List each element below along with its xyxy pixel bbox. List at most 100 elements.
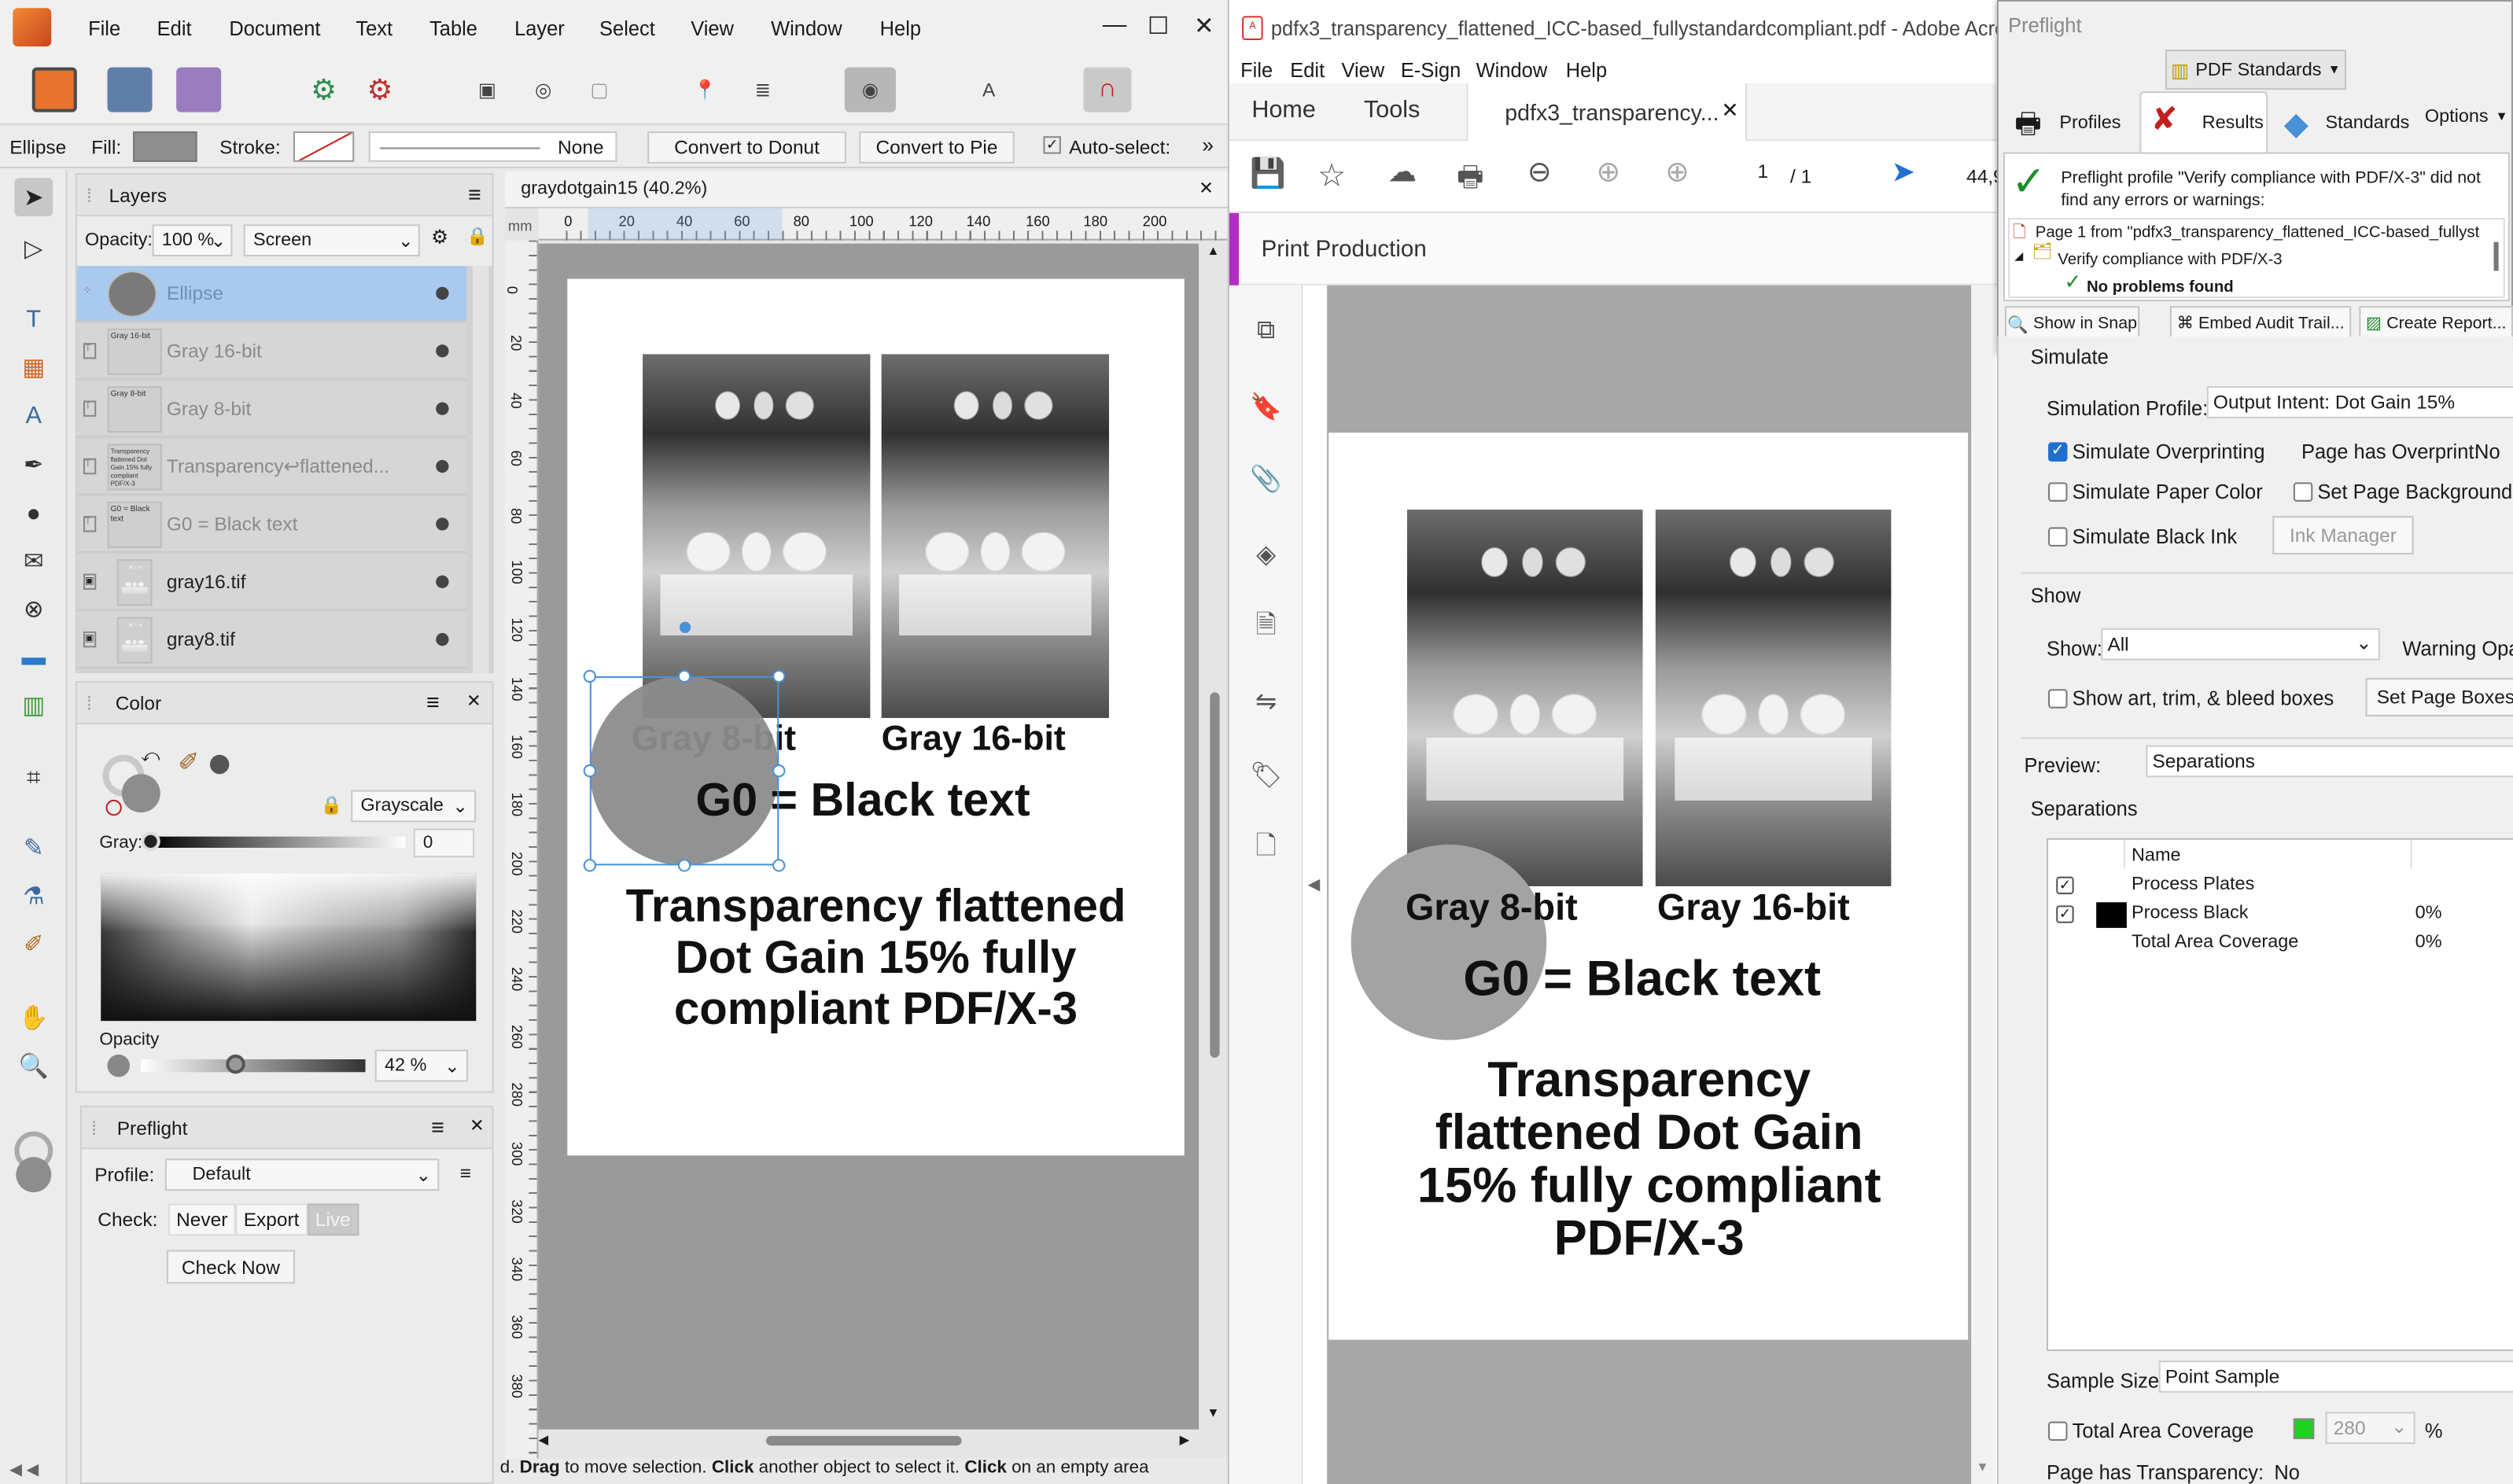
preflight-gear-icon[interactable]: ⚙ — [301, 68, 346, 112]
menu-file[interactable]: File — [88, 17, 120, 40]
color-lock-icon[interactable]: 🔒 — [321, 795, 343, 816]
view-mode-clip-icon[interactable]: ▢ — [577, 68, 622, 112]
minimize-icon[interactable]: — — [1103, 11, 1127, 39]
acrobat-menu-view[interactable]: View — [1341, 59, 1384, 82]
print-icon[interactable]: 🖶 — [1457, 157, 1484, 205]
acrobat-vertical-scrollbar[interactable]: ▼ — [1971, 285, 1995, 1484]
artistic-text-tool-icon[interactable]: A — [14, 396, 53, 434]
tac-color-swatch[interactable] — [2293, 1418, 2315, 1439]
collapse-rail-icon[interactable]: ◀ — [1308, 877, 1321, 894]
convert-to-pie-button[interactable]: Convert to Pie — [859, 131, 1015, 164]
vscroll-up-icon[interactable]: ▲ — [1207, 244, 1219, 258]
color-model-dropdown[interactable]: Grayscale ⌄ — [351, 790, 477, 823]
layer-row-gray8bit[interactable]: T Gray 8-bit Gray 8-bit — [76, 381, 466, 438]
affinity-app-icon[interactable] — [13, 8, 52, 47]
acrobat-scroll-down-icon[interactable]: ▼ — [1976, 1460, 1988, 1474]
settings-gear-icon[interactable]: ⚙ — [357, 68, 402, 112]
total-area-coverage-checkbox[interactable] — [2048, 1421, 2068, 1441]
color-opacity-dropdown[interactable]: 42 % ⌄ — [374, 1049, 468, 1082]
compare-icon[interactable]: ⇋ — [1248, 684, 1284, 720]
upload-cloud-icon[interactable]: ☁ — [1388, 156, 1417, 190]
acrobat-menu-file[interactable]: File — [1240, 59, 1273, 82]
gray-slider[interactable] — [141, 831, 406, 852]
layer-visibility-icon[interactable] — [436, 517, 449, 531]
view-mode-bleed-icon[interactable]: ◎ — [521, 68, 566, 112]
preflight-tab-standards[interactable]: ◆ Standards — [2284, 101, 2412, 152]
view-mode-normal-icon[interactable]: ▣ — [465, 68, 510, 112]
crop-tool-icon[interactable]: ⌗ — [14, 758, 53, 797]
eyedropper-icon[interactable]: ✐ — [178, 747, 199, 779]
ellipse-frame-tool-icon[interactable]: ⊗ — [14, 590, 53, 628]
menu-view[interactable]: View — [691, 17, 734, 40]
document-tab-close-icon[interactable]: ✕ — [1721, 98, 1738, 123]
gray8-photo[interactable] — [643, 354, 871, 718]
tree-page-item[interactable]: Page 1 from "pdfx3_transparency_flattene… — [2036, 224, 2480, 241]
pin-icon[interactable]: 📍 — [683, 68, 728, 112]
transparency-title-text[interactable]: Transparency flattened Dot Gain 15% full… — [624, 882, 1129, 1036]
menu-edit[interactable]: Edit — [157, 17, 192, 40]
selection-handle[interactable] — [677, 669, 691, 683]
options-menu[interactable]: Options — [2425, 108, 2489, 127]
preflight-tab-profiles[interactable]: 🖶 Profiles — [2008, 98, 2136, 149]
sep-total-area-name[interactable]: Total Area Coverage — [2132, 933, 2298, 952]
layers-panel-grip-icon[interactable]: ⁞ — [87, 184, 92, 207]
tree-scrollbar[interactable] — [2493, 241, 2499, 271]
acrobat-menu-window[interactable]: Window — [1476, 59, 1548, 82]
layer-settings-gear-icon[interactable]: ⚙ — [431, 226, 448, 249]
node-tool-icon[interactable]: ▷ — [14, 229, 53, 267]
simulate-paper-color-checkbox[interactable] — [2048, 482, 2068, 502]
preview-dropdown[interactable]: Separations — [2146, 745, 2513, 778]
zoom-tool-icon[interactable]: 🔍 — [14, 1047, 53, 1085]
gray16-label[interactable]: Gray 16-bit — [1657, 886, 1898, 930]
simulate-overprinting-checkbox[interactable]: ✓ — [2048, 442, 2068, 462]
transparency-title-text[interactable]: Transparency flattened Dot Gain 15% full… — [1393, 1053, 1906, 1265]
color-panel-menu-icon[interactable]: ≡ — [426, 689, 440, 715]
menu-help[interactable]: Help — [880, 17, 921, 40]
gray16-photo[interactable] — [881, 354, 1110, 718]
gray16-photo[interactable] — [1655, 510, 1892, 886]
autoselect-check-icon[interactable]: ✓ — [1043, 136, 1061, 154]
swap-colors-icon[interactable]: ⤺ — [141, 747, 160, 768]
selection-handle[interactable] — [772, 764, 786, 778]
canvas-vertical-scrollbar[interactable]: ▲ ▼ — [1205, 243, 1225, 1430]
page-number-field[interactable]: 1 — [1739, 160, 1787, 193]
snapping-magnet-icon[interactable]: ∩ — [1083, 67, 1132, 112]
select-cursor-icon[interactable]: ➤ — [1891, 156, 1915, 190]
tree-verify-item[interactable]: Verify compliance with PDF/X-3 — [2058, 252, 2282, 269]
check-export-option[interactable]: Export — [235, 1203, 308, 1236]
acrobat-menu-esign[interactable]: E-Sign — [1401, 59, 1461, 82]
layer-visibility-icon[interactable] — [436, 286, 449, 300]
menu-document[interactable]: Document — [229, 17, 320, 40]
layer-row-gray16-tif[interactable]: ▣ gray16.tif — [76, 554, 466, 611]
home-tab[interactable]: Home — [1251, 96, 1316, 123]
attachment-icon[interactable]: 📎 — [1248, 462, 1284, 497]
text-frame-icon[interactable]: A — [967, 68, 1011, 112]
layer-visibility-icon[interactable] — [436, 632, 449, 646]
gray8-label[interactable]: Gray 8-bit — [1406, 886, 1614, 930]
document-tab[interactable]: pdfx3_transparency... ✕ — [1466, 83, 1747, 142]
show-dropdown[interactable]: All ⌄ — [2101, 628, 2380, 661]
document-view[interactable]: Gray 8-bit Gray 16-bit G0 = Black text T… — [538, 243, 1199, 1430]
move-tool-icon[interactable]: ➤ — [14, 178, 53, 217]
pen-tool-icon[interactable]: ✒ — [14, 446, 53, 484]
document-tab-close-icon[interactable]: ✕ — [1199, 178, 1214, 198]
vscroll-thumb[interactable] — [1210, 692, 1220, 1058]
save-icon[interactable]: 💾 — [1250, 157, 1286, 191]
preflight-panel-close-icon[interactable]: ✕ — [470, 1115, 485, 1136]
page-content-icon[interactable]: 🗎 — [1248, 610, 1284, 646]
preflight-tab-results[interactable]: ✘ Results — [2139, 91, 2268, 153]
preflight-panel-grip-icon[interactable]: ⁞ — [91, 1117, 97, 1140]
photo-persona-icon[interactable] — [176, 67, 222, 112]
fill-tool-icon[interactable]: ✎ — [14, 829, 53, 867]
gray-slider-handle[interactable] — [141, 831, 160, 852]
star-icon[interactable]: ☆ — [1317, 156, 1347, 196]
layers-opacity-dropdown[interactable]: 100 % ⌄ — [152, 224, 233, 257]
layers-icon[interactable]: ◈ — [1248, 537, 1284, 573]
menu-text[interactable]: Text — [356, 17, 392, 40]
prev-page-icon[interactable]: ⊕ — [1596, 156, 1620, 190]
hscroll-right-icon[interactable]: ▶ — [1180, 1433, 1190, 1447]
layer-row-transparency[interactable]: T Transparency flattened Dot Gain 15% fu… — [76, 439, 466, 495]
check-now-button[interactable]: Check Now — [166, 1250, 295, 1284]
tools-tab[interactable]: Tools — [1364, 96, 1420, 123]
stroke-style-field[interactable]: None — [368, 131, 617, 162]
